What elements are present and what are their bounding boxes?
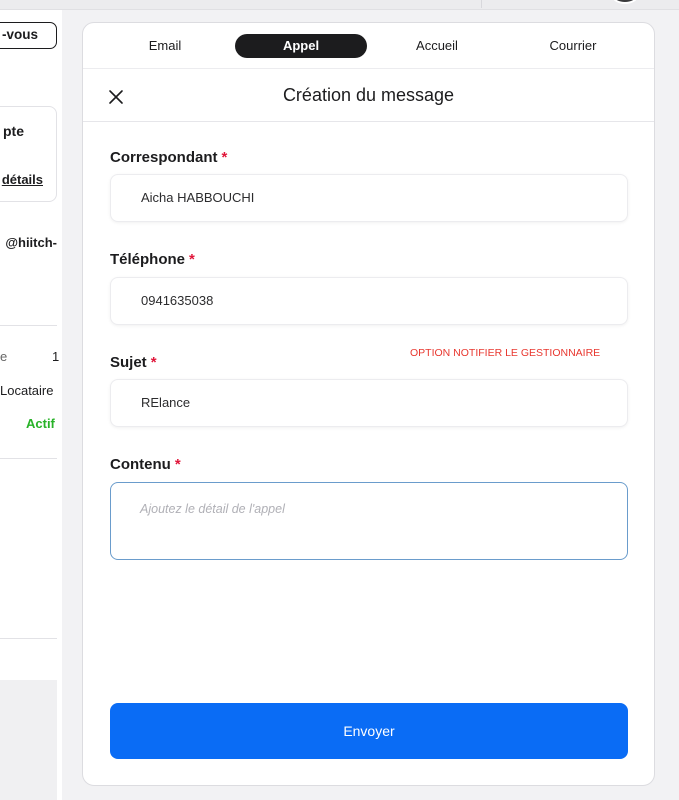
content-label: Contenu * <box>110 456 181 473</box>
background-page: -vous pte détails @hiitch- e 1 Locataire… <box>0 10 62 800</box>
content-placeholder: Ajoutez le détail de l'appel <box>140 502 285 516</box>
correspondent-label-text: Correspondant <box>110 149 218 166</box>
required-mark: * <box>189 251 195 268</box>
content-textarea[interactable]: Ajoutez le détail de l'appel <box>110 482 628 560</box>
required-mark: * <box>174 456 181 473</box>
tab-email[interactable]: Email <box>123 34 207 58</box>
info-row-label: e <box>0 349 8 364</box>
tab-call[interactable]: Appel <box>235 34 367 58</box>
phone-label-text: Téléphone <box>110 251 186 268</box>
correspondent-label: Correspondant * <box>110 149 227 166</box>
divider <box>0 638 57 639</box>
channel-tabs: Email Appel Accueil Courrier <box>83 23 654 69</box>
account-card-title: pte <box>3 123 24 139</box>
message-modal: Email Appel Accueil Courrier Création du… <box>82 22 655 786</box>
subject-label: Sujet * <box>110 354 157 371</box>
tab-reception[interactable]: Accueil <box>395 34 479 58</box>
status-badge: Actif <box>26 416 55 431</box>
subject-label-text: Sujet <box>110 354 147 371</box>
tab-mail[interactable]: Courrier <box>529 34 617 58</box>
details-link[interactable]: détails <box>2 172 43 187</box>
top-bar-divider <box>481 0 482 8</box>
background-panel <box>0 680 57 800</box>
subject-field[interactable]: RElance <box>110 379 628 427</box>
tenant-label: Locataire <box>0 383 54 398</box>
top-bar <box>0 0 679 10</box>
divider <box>0 325 57 326</box>
phone-label: Téléphone * <box>110 251 195 268</box>
send-button[interactable]: Envoyer <box>110 703 628 759</box>
notify-manager-note: OPTION NOTIFIER LE GESTIONNAIRE <box>410 347 601 359</box>
email-fragment: @hiitch- <box>5 235 57 250</box>
info-row-value: 1 <box>52 349 60 364</box>
appointment-button[interactable]: -vous <box>0 22 57 49</box>
modal-header: Création du message <box>83 70 654 122</box>
required-mark: * <box>221 149 228 166</box>
phone-field[interactable]: 0941635038 <box>110 277 628 325</box>
divider <box>0 458 57 459</box>
content-label-text: Contenu <box>110 456 171 473</box>
modal-title: Création du message <box>282 85 455 105</box>
account-card: pte détails <box>0 106 57 202</box>
correspondent-field[interactable]: Aicha HABBOUCHI <box>110 174 628 222</box>
required-mark: * <box>150 354 157 371</box>
